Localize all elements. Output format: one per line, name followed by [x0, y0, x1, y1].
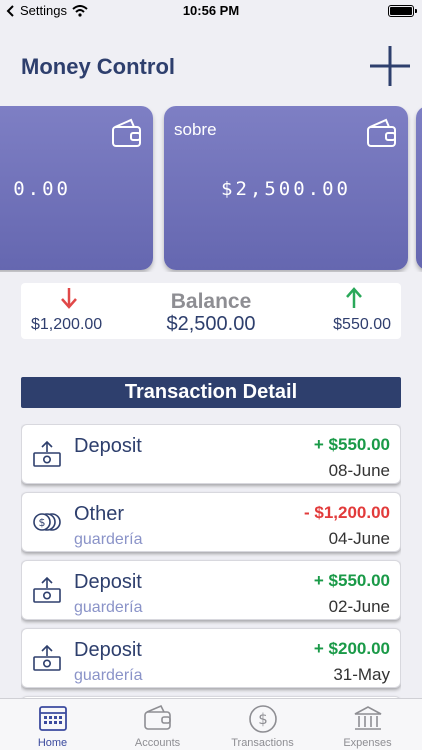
transaction-date: 04-June: [328, 529, 390, 548]
transaction-amount: + $200.00: [313, 639, 390, 658]
transaction-row[interactable]: Deposit + $550.00 08-June: [21, 424, 401, 484]
balance-label: Balance: [170, 290, 252, 313]
transaction-title: Other: [74, 503, 125, 525]
transaction-row[interactable]: Deposit guardería + $550.00 02-June: [21, 560, 401, 620]
transaction-row[interactable]: Deposit guardería + $200.00 31-May: [21, 628, 401, 688]
transaction-date: 08-June: [328, 461, 390, 480]
tab-label: Expenses: [343, 737, 392, 749]
tab-accounts[interactable]: Accounts: [105, 699, 210, 750]
bank-icon: [354, 706, 381, 730]
transaction-title: Deposit: [74, 435, 142, 457]
svg-text:$: $: [39, 516, 46, 529]
wallet-icon: [112, 118, 141, 147]
account-card[interactable]: sobre $2,500.00: [164, 106, 408, 270]
account-card[interactable]: 0.00: [0, 106, 153, 270]
transaction-subtitle: guardería: [74, 599, 143, 616]
balance-summary: $1,200.00 Balance $2,500.00 $550.00: [21, 283, 401, 339]
transaction-amount: + $550.00: [313, 571, 390, 590]
add-icon[interactable]: [368, 44, 412, 88]
transaction-title: Deposit: [74, 639, 142, 661]
account-card-name: sobre: [174, 120, 217, 139]
tab-home[interactable]: Home: [0, 699, 105, 750]
transaction-detail-header: Transaction Detail: [21, 377, 401, 408]
arrow-up-icon: [346, 287, 362, 308]
tab-transactions[interactable]: $ Transactions: [210, 699, 315, 750]
transaction-amount: - $1,200.00: [303, 503, 390, 522]
tab-bar: Home Accounts $ Transactions Expenses: [0, 698, 422, 750]
balance-incoming: $550.00: [333, 316, 391, 333]
wallet-icon: [367, 118, 396, 147]
battery-icon: [388, 5, 417, 17]
coins-icon: $: [33, 513, 61, 531]
deposit-icon: [33, 440, 61, 467]
transaction-amount: + $550.00: [313, 435, 390, 454]
transaction-date: 02-June: [328, 597, 390, 616]
tab-label: Home: [37, 737, 68, 749]
calendar-icon: [38, 706, 67, 731]
account-card-amount: $2,500.00: [221, 178, 351, 200]
deposit-icon: [33, 644, 61, 671]
status-bar: Settings 10:56 PM: [0, 0, 422, 22]
page-title: Money Control: [21, 54, 175, 79]
dollar-circle-icon: $: [248, 705, 277, 733]
transaction-subtitle: guardería: [74, 531, 143, 548]
transaction-date: 31-May: [333, 665, 390, 684]
status-time: 10:56 PM: [182, 3, 240, 18]
account-card-amount: 0.00: [13, 178, 71, 200]
svg-text:$: $: [258, 710, 268, 728]
account-cards-carousel[interactable]: 0.00 sobre $2,500.00: [0, 106, 422, 272]
tab-label: Transactions: [231, 737, 294, 749]
tab-label: Accounts: [134, 737, 181, 749]
transaction-title: Deposit: [74, 571, 142, 593]
transaction-list[interactable]: Deposit + $550.00 08-June $ Other guarde…: [21, 424, 401, 698]
account-card[interactable]: [416, 106, 422, 270]
tab-expenses[interactable]: Expenses: [315, 699, 420, 750]
wallet-icon: [143, 704, 171, 730]
transaction-subtitle: guardería: [74, 667, 143, 684]
transaction-row[interactable]: $ Other guardería - $1,200.00 04-June: [21, 492, 401, 552]
deposit-icon: [33, 576, 61, 603]
